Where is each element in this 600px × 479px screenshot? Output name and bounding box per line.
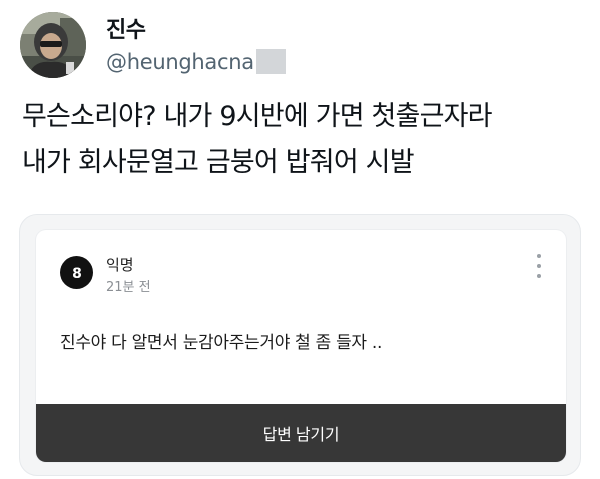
author-handle-row: @heunghacna bbox=[106, 49, 286, 74]
reply-button[interactable]: 답변 남기기 bbox=[36, 404, 566, 462]
anonymous-avatar-icon: 8 bbox=[60, 256, 93, 289]
more-options-icon[interactable] bbox=[534, 254, 544, 278]
author-display-name[interactable]: 진수 bbox=[106, 12, 146, 44]
profile-photo bbox=[20, 12, 86, 78]
profile-avatar[interactable] bbox=[20, 12, 86, 78]
tweet-text: 무슨소리야? 내가 9시반에 가면 첫출근자라 내가 회사문열고 금붕어 밥줘어… bbox=[22, 94, 587, 186]
tweet-text-line: 내가 회사문열고 금붕어 밥줘어 시발 bbox=[22, 147, 415, 178]
post-timestamp: 21분 전 bbox=[106, 280, 151, 295]
tweet-text-line: 무슨소리야? 내가 9시반에 가면 첫출근자라 bbox=[22, 101, 493, 132]
author-handle[interactable]: @heunghacna bbox=[106, 50, 254, 74]
anonymous-post-card: 8 익명 21분 전 진수야 다 알면서 눈감아주는거야 철 좀 들자 .. 답… bbox=[36, 230, 566, 462]
anonymous-logo-icon: 8 bbox=[72, 266, 82, 282]
svg-text:8: 8 bbox=[72, 266, 82, 282]
anonymous-post-body: 진수야 다 알면서 눈감아주는거야 철 좀 들자 .. bbox=[60, 333, 383, 353]
handle-redaction-box bbox=[255, 49, 286, 74]
tweet-screenshot: 진수 @heunghacna 무슨소리야? 내가 9시반에 가면 첫출근자라 내… bbox=[0, 0, 600, 479]
anonymous-author-name: 익명 bbox=[106, 256, 134, 274]
